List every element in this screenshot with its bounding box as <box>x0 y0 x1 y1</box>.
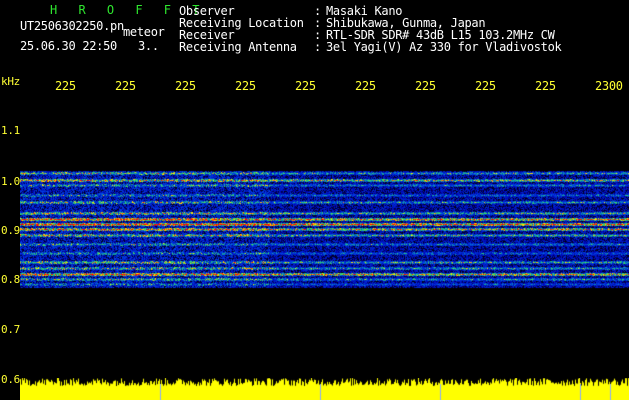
y-tick: 1.0 <box>1 175 20 188</box>
meteor-label: meteor <box>123 25 165 39</box>
x-tick: 225 <box>475 79 496 93</box>
antenna-label: Receiving Antenna <box>179 40 297 54</box>
y-tick: 0.7 <box>1 323 20 336</box>
x-tick: 225 <box>295 79 316 93</box>
y-tick: 1.1 <box>1 124 20 137</box>
x-tick: 225 <box>535 79 556 93</box>
x-tick: 225 <box>235 79 256 93</box>
date-time: 25.06.30 22:50 <box>20 39 117 53</box>
colon: : <box>314 40 321 54</box>
y-tick: 0.8 <box>1 273 20 286</box>
y-tick: 0.9 <box>1 224 20 237</box>
x-tick: 225 <box>355 79 376 93</box>
amplitude-band <box>20 378 629 400</box>
x-tick: 225 <box>415 79 436 93</box>
x-tick: 225 <box>55 79 76 93</box>
spectrogram <box>20 98 629 370</box>
x-tick: 2300 <box>595 79 623 93</box>
x-tick: 225 <box>175 79 196 93</box>
antenna-value: 3el Yagi(V) Az 330 for Vladivostok <box>326 40 562 54</box>
header: H R O F F T UT2506302250.pn meteor 25.06… <box>0 0 629 75</box>
meteor-count: 3.. <box>138 39 159 53</box>
x-tick: 225 <box>115 79 136 93</box>
axis-unit: kHz <box>1 75 20 88</box>
y-tick: 0.6 <box>1 373 20 386</box>
file-name: UT2506302250.pn <box>20 19 124 33</box>
